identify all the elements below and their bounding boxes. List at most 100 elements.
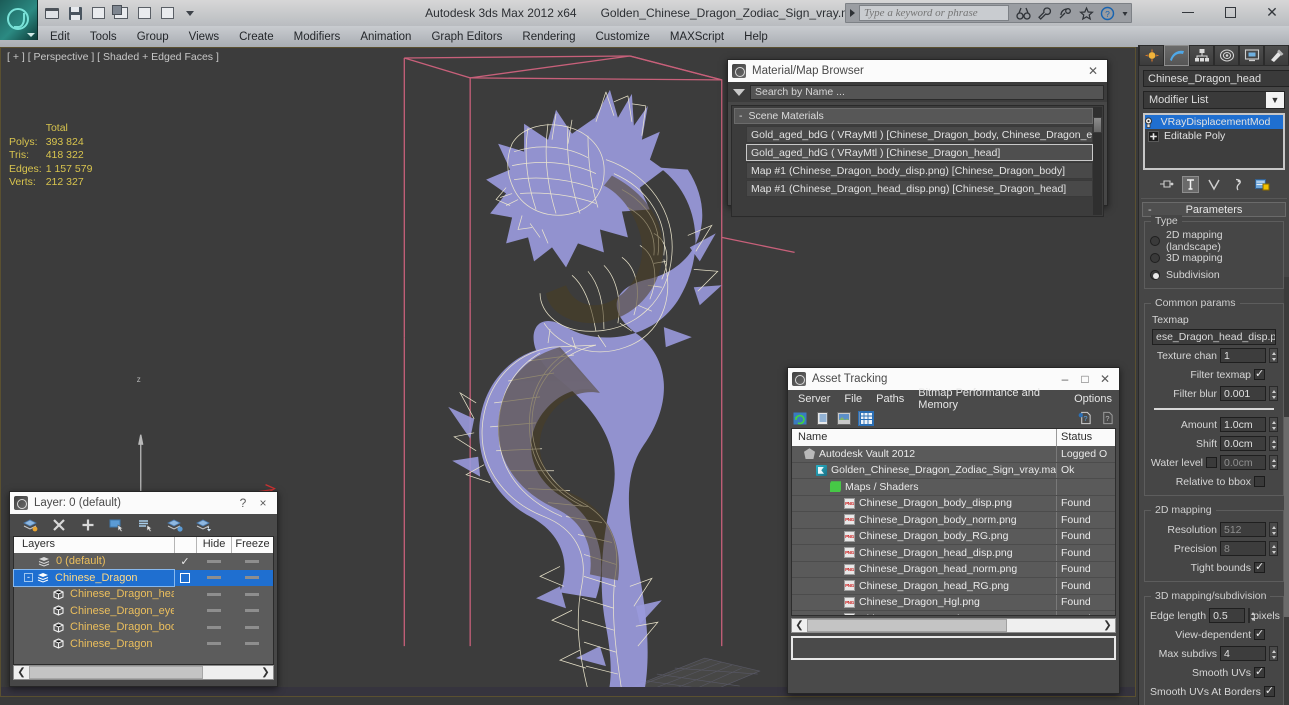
- material-item-map-body-disp[interactable]: Map #1 (Chinese_Dragon_body_disp.png) [C…: [746, 162, 1093, 179]
- asset-menu-server[interactable]: Server: [791, 392, 837, 406]
- grid-view-icon[interactable]: [858, 410, 874, 426]
- asset-tracking-table[interactable]: Name Status Autodesk Vault 2012 Logged O…: [791, 428, 1116, 616]
- smooth-uvs-borders-checkbox[interactable]: [1263, 684, 1275, 697]
- layer-table[interactable]: Layers Hide Freeze 0 (default) ✓ - Chine…: [13, 536, 274, 665]
- asset-tracking-window[interactable]: Asset Tracking – □ ✕ Server File Paths B…: [787, 367, 1120, 694]
- menu-item-edit[interactable]: Edit: [40, 29, 80, 45]
- maximize-button[interactable]: [1217, 2, 1243, 22]
- display-tab[interactable]: [1239, 45, 1264, 66]
- menu-item-graph-editors[interactable]: Graph Editors: [421, 29, 512, 45]
- remove-modifier-icon[interactable]: [1230, 176, 1247, 193]
- resolution-spinner[interactable]: [1269, 522, 1278, 537]
- material-item-map-head-disp[interactable]: Map #1 (Chinese_Dragon_head_disp.png) [C…: [746, 180, 1093, 197]
- menu-item-animation[interactable]: Animation: [350, 29, 421, 45]
- column-header-name[interactable]: Name: [792, 429, 1057, 446]
- import-file-icon[interactable]: [111, 3, 131, 23]
- make-unique-icon[interactable]: [1206, 176, 1223, 193]
- material-item-gold-aged-bdg[interactable]: Gold_aged_bdG ( VRayMtl ) [Chinese_Drago…: [746, 126, 1093, 143]
- menu-item-help[interactable]: Help: [734, 29, 778, 45]
- delete-layer-icon[interactable]: [51, 518, 67, 533]
- radio-icon[interactable]: [1150, 269, 1160, 280]
- modifier-stack[interactable]: VRayDisplacementMod Editable Poly: [1143, 113, 1285, 170]
- show-end-result-icon[interactable]: [1181, 175, 1199, 193]
- table-row[interactable]: Chinese_Dragon_body_disp.png Found: [792, 495, 1115, 512]
- open-file-icon[interactable]: [42, 3, 62, 23]
- add-layer-icon[interactable]: [80, 518, 96, 533]
- shift-spinner[interactable]: [1269, 436, 1278, 451]
- asset-tracking-horizontal-scrollbar[interactable]: ❮ ❯: [791, 618, 1116, 633]
- table-row[interactable]: Chinese_Dragon_body_RG.png Found: [792, 528, 1115, 545]
- help-icon[interactable]: ?: [1099, 411, 1115, 426]
- layer-help-button[interactable]: ?: [233, 494, 253, 512]
- binoculars-icon[interactable]: [1016, 6, 1031, 21]
- radio-icon[interactable]: [1150, 235, 1160, 246]
- asset-menu-bitmap-performance[interactable]: Bitmap Performance and Memory: [911, 386, 1067, 412]
- help-icon[interactable]: ?: [1100, 6, 1115, 21]
- table-row[interactable]: Autodesk Vault 2012 Logged O: [792, 446, 1115, 463]
- undo-icon[interactable]: [134, 3, 154, 23]
- list-item[interactable]: Chinese_Dragon_head: [14, 586, 273, 603]
- stack-item-vraydisplacementmod[interactable]: VRayDisplacementMod: [1145, 115, 1283, 129]
- texmap-button[interactable]: ese_Dragon_head_disp.png): [1152, 329, 1276, 345]
- column-header-freeze[interactable]: Freeze: [231, 537, 273, 553]
- expand-plus-icon[interactable]: [1148, 130, 1159, 142]
- minimize-button[interactable]: [1175, 2, 1201, 22]
- select-highlighted-icon[interactable]: [138, 518, 154, 533]
- material-browser-group-scene-materials[interactable]: - Scene Materials: [734, 108, 1093, 124]
- menu-item-customize[interactable]: Customize: [585, 29, 659, 45]
- asset-table-rows[interactable]: Autodesk Vault 2012 Logged O Golden_Chin…: [792, 446, 1115, 615]
- expand-collapse-icon[interactable]: -: [24, 573, 33, 583]
- table-row[interactable]: Maps / Shaders: [792, 479, 1115, 496]
- help-dropdown-icon[interactable]: [1121, 6, 1129, 21]
- customize-qat-dropdown-icon[interactable]: [180, 3, 200, 23]
- select-objects-icon[interactable]: [109, 518, 125, 533]
- configure-sets-icon[interactable]: [1254, 176, 1271, 193]
- asset-menu-file[interactable]: File: [837, 392, 869, 406]
- scroll-thumb[interactable]: [29, 666, 203, 679]
- table-row[interactable]: Chinese_Dragon_body_norm.png Found: [792, 512, 1115, 529]
- list-item[interactable]: Chinese_Dragon: [14, 636, 273, 653]
- command-panel[interactable]: Modifier List ▼ VRayDisplacementMod Edit…: [1138, 45, 1289, 705]
- thumbnail-view-icon[interactable]: [836, 411, 852, 426]
- column-header-status[interactable]: Status: [1057, 429, 1115, 446]
- modify-tab[interactable]: [1164, 45, 1189, 66]
- list-view-icon[interactable]: [814, 411, 830, 426]
- smooth-uvs-checkbox[interactable]: [1254, 665, 1265, 678]
- group-collapse-icon[interactable]: -: [739, 110, 743, 122]
- layer-close-button[interactable]: ×: [253, 494, 273, 512]
- scroll-left-icon[interactable]: ❮: [14, 667, 29, 678]
- object-name-input[interactable]: [1143, 70, 1289, 87]
- hierarchy-tab[interactable]: [1189, 45, 1214, 66]
- layer-manager-window[interactable]: Layer: 0 (default) ? × Layers Hide Freez…: [9, 491, 278, 687]
- amount-spinner[interactable]: [1269, 417, 1278, 432]
- amount-input[interactable]: [1220, 417, 1266, 432]
- material-browser-menu-icon[interactable]: [733, 88, 745, 96]
- freeze-toggle[interactable]: [231, 576, 273, 580]
- refresh-icon[interactable]: [792, 411, 808, 426]
- list-item[interactable]: Chinese_Dragon_body: [14, 619, 273, 636]
- app-logo-icon[interactable]: [0, 0, 38, 40]
- table-row[interactable]: Chinese_Dragon_head_norm.png Found: [792, 561, 1115, 578]
- menu-item-create[interactable]: Create: [229, 29, 284, 45]
- scroll-track[interactable]: [807, 619, 1100, 632]
- freeze-toggle[interactable]: [231, 642, 273, 646]
- list-item[interactable]: - Chinese_Dragon: [13, 568, 273, 587]
- water-level-input[interactable]: [1220, 455, 1266, 470]
- chevron-down-icon[interactable]: ▼: [1266, 92, 1284, 108]
- table-row[interactable]: Chinese_Dragon_head_RG.png Found: [792, 578, 1115, 595]
- tight-bounds-2d-checkbox[interactable]: [1254, 560, 1265, 573]
- add-selection-icon[interactable]: [167, 518, 183, 533]
- wrench-icon[interactable]: [1037, 6, 1052, 21]
- freeze-toggle[interactable]: [231, 592, 273, 596]
- table-row[interactable]: Chinese_Dragon_head_disp.png Found: [792, 545, 1115, 562]
- max-subdivs-input[interactable]: [1220, 646, 1266, 661]
- filter-texmap-checkbox[interactable]: [1254, 367, 1265, 380]
- menu-item-views[interactable]: Views: [179, 29, 229, 45]
- current-layer-check[interactable]: ✓: [174, 555, 196, 568]
- material-browser-scroll-thumb[interactable]: [1093, 117, 1102, 133]
- new-scene-icon[interactable]: [88, 3, 108, 23]
- filter-blur-spinner[interactable]: [1269, 386, 1278, 401]
- hide-toggle[interactable]: [196, 642, 231, 646]
- layer-window-title-bar[interactable]: Layer: 0 (default) ? ×: [10, 492, 277, 514]
- search-chevron-icon[interactable]: [850, 9, 855, 17]
